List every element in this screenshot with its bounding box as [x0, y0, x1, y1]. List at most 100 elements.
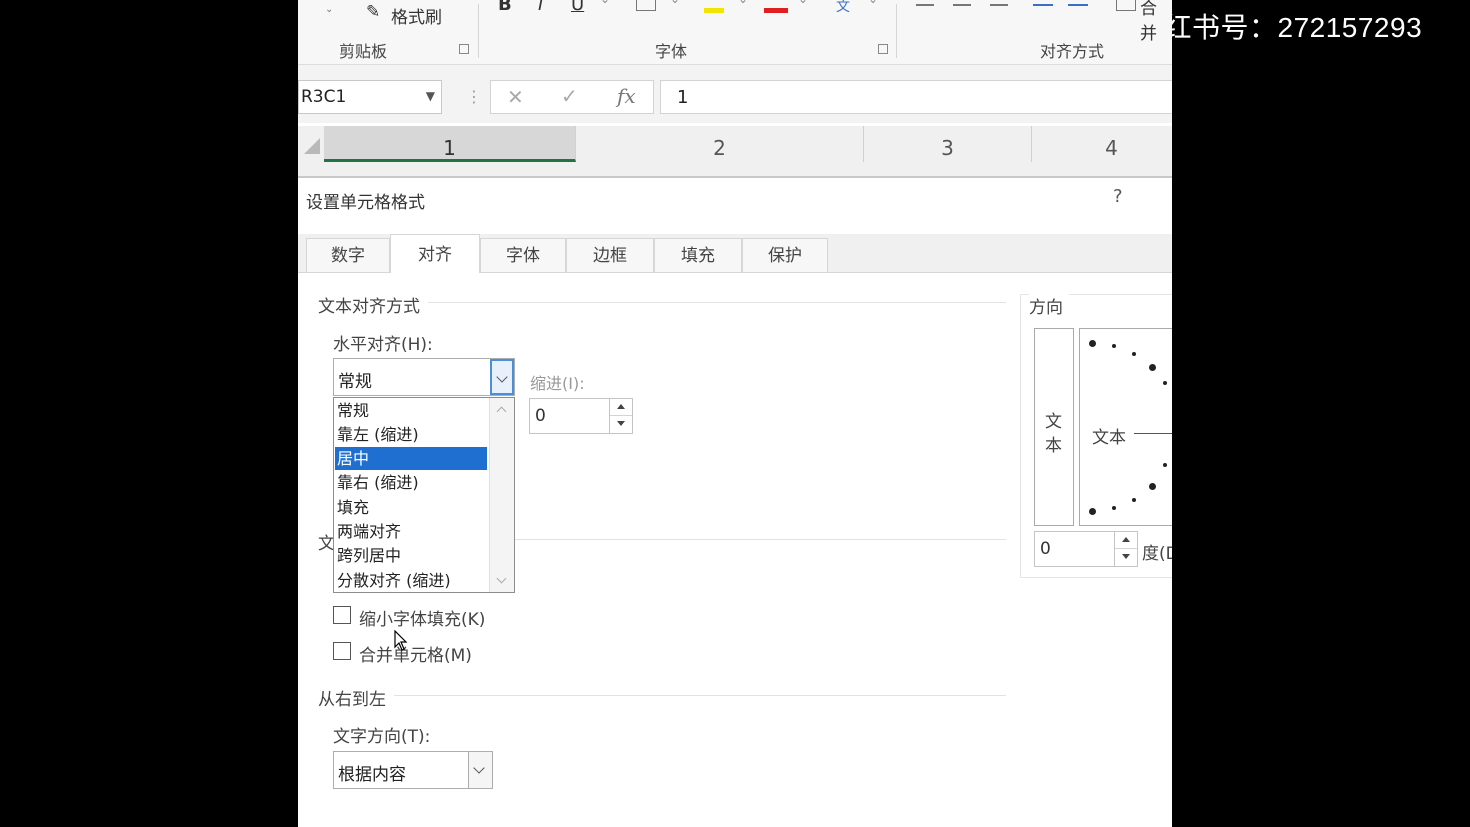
- degrees-label: 度(D): [1142, 544, 1172, 564]
- up-arrow-icon: [617, 404, 625, 409]
- shrink-to-fit-label[interactable]: 缩小字体填充(K): [359, 605, 485, 630]
- align-right-icon[interactable]: [990, 4, 1008, 6]
- vertical-text-char: 文: [1045, 412, 1062, 432]
- formula-value: 1: [677, 87, 689, 108]
- format-painter-button[interactable]: 格式刷: [391, 3, 442, 28]
- orientation-heading: 方向: [1029, 293, 1069, 318]
- ribbon: ✎ 格式刷 ⌄ 剪贴板 B I U ⌄ ⌄ ⌄ ⌄ 文 ⌄ 字体 合并 对齐方式: [298, 0, 1172, 65]
- name-box[interactable]: R3C1 ▼: [298, 80, 442, 114]
- dial-marker: [1112, 344, 1116, 348]
- text-direction-select[interactable]: 根据内容: [333, 751, 493, 789]
- bold-button[interactable]: B: [498, 0, 512, 15]
- dialog-title: 设置单元格格式: [306, 193, 425, 213]
- ribbon-separator: [478, 4, 479, 58]
- align-center-icon[interactable]: [953, 4, 971, 6]
- dropdown-option[interactable]: 靠右 (缩进): [335, 471, 487, 494]
- chevron-down-icon[interactable]: ▼: [426, 89, 435, 103]
- text-direction-dropdown-button[interactable]: [468, 752, 492, 788]
- clipboard-group-label: 剪贴板: [339, 42, 388, 61]
- enter-icon[interactable]: ✓: [561, 84, 578, 108]
- border-dropdown-icon[interactable]: ⌄: [670, 0, 680, 6]
- spin-down-button[interactable]: [610, 416, 632, 433]
- phonetic-icon[interactable]: 文: [836, 0, 850, 16]
- dropdown-option[interactable]: 两端对齐: [335, 520, 487, 543]
- dial-marker: [1163, 381, 1167, 385]
- scroll-down-icon[interactable]: [496, 573, 507, 584]
- insert-function-icon[interactable]: fx: [617, 84, 636, 108]
- horizontal-dropdown-button[interactable]: [490, 359, 514, 395]
- column-header-3[interactable]: 3: [864, 126, 1032, 162]
- horizontal-alignment-value: 常规: [338, 372, 372, 392]
- scroll-up-icon[interactable]: [496, 406, 507, 417]
- merge-cells-checkbox[interactable]: [333, 642, 351, 660]
- font-launcher-icon[interactable]: [878, 44, 888, 54]
- dropdown-scrollbar[interactable]: [489, 398, 514, 592]
- spin-up-button[interactable]: [610, 399, 632, 416]
- text-direction-label: 文字方向(T):: [333, 727, 431, 747]
- spin-down-button[interactable]: [1115, 549, 1137, 566]
- font-color-dropdown-icon[interactable]: ⌄: [798, 0, 808, 6]
- cancel-icon[interactable]: ✕: [507, 85, 524, 109]
- shrink-to-fit-checkbox[interactable]: [333, 606, 351, 624]
- tab-number[interactable]: 数字: [306, 238, 390, 272]
- clipboard-launcher-icon[interactable]: [459, 44, 469, 54]
- italic-button[interactable]: I: [538, 0, 543, 15]
- font-color-button[interactable]: [764, 8, 788, 13]
- orientation-dial[interactable]: 文本: [1079, 328, 1172, 526]
- indent-stepper[interactable]: 0: [529, 398, 633, 434]
- degrees-value: 0: [1040, 539, 1051, 559]
- dropdown-option[interactable]: 常规: [335, 399, 487, 422]
- section-divider: [318, 695, 1006, 696]
- dropdown-option[interactable]: 分散对齐 (缩进): [335, 569, 487, 592]
- merge-center-icon[interactable]: [1116, 0, 1136, 11]
- fill-color-button[interactable]: [704, 8, 724, 13]
- indent-value: 0: [535, 406, 546, 426]
- excel-window: ✎ 格式刷 ⌄ 剪贴板 B I U ⌄ ⌄ ⌄ ⌄ 文 ⌄ 字体 合并 对齐方式…: [298, 0, 1172, 827]
- dropdown-option[interactable]: 跨列居中: [335, 544, 487, 567]
- select-all-icon[interactable]: [304, 138, 320, 154]
- dialog-tabs: 数字 对齐 字体 边框 填充 保护: [298, 234, 1172, 273]
- dial-marker: [1132, 498, 1136, 502]
- dropdown-option[interactable]: 靠左 (缩进): [335, 423, 487, 446]
- help-button[interactable]: ?: [1113, 186, 1123, 207]
- dial-marker: [1149, 364, 1156, 371]
- increase-indent-icon[interactable]: [1068, 4, 1088, 6]
- drag-handle-icon[interactable]: ⋮: [466, 87, 482, 106]
- degrees-spin-buttons: [1114, 532, 1137, 566]
- dial-marker: [1112, 506, 1116, 510]
- ribbon-separator: [896, 4, 897, 58]
- merge-cells-label[interactable]: 合并单元格(M): [359, 641, 472, 666]
- merge-center-button[interactable]: 合并: [1140, 0, 1172, 44]
- indent-spin-buttons: [609, 399, 632, 433]
- horizontal-alignment-select[interactable]: 常规: [333, 358, 515, 396]
- alignment-group-label: 对齐方式: [1040, 42, 1105, 61]
- dropdown-option-selected[interactable]: 居中: [335, 447, 487, 470]
- degrees-stepper[interactable]: 0: [1034, 531, 1138, 567]
- vertical-text-char: 本: [1045, 436, 1062, 456]
- tab-font[interactable]: 字体: [480, 238, 566, 272]
- vertical-text-button[interactable]: 文 本: [1034, 328, 1074, 526]
- tab-fill[interactable]: 填充: [654, 238, 742, 272]
- column-header-4[interactable]: 4: [1032, 126, 1172, 162]
- dial-marker: [1132, 352, 1136, 356]
- fill-color-dropdown-icon[interactable]: ⌄: [738, 0, 748, 6]
- paste-dropdown-icon[interactable]: ⌄: [325, 4, 333, 15]
- spin-up-button[interactable]: [1115, 532, 1137, 549]
- border-button[interactable]: [636, 0, 656, 11]
- decrease-indent-icon[interactable]: [1033, 4, 1053, 6]
- chevron-down-icon: [496, 371, 508, 383]
- tab-protection[interactable]: 保护: [742, 238, 828, 272]
- formula-input[interactable]: 1: [660, 80, 1172, 114]
- underline-button[interactable]: U: [571, 0, 584, 15]
- align-left-icon[interactable]: [916, 4, 934, 6]
- phonetic-dropdown-icon[interactable]: ⌄: [868, 0, 878, 6]
- font-group-label: 字体: [655, 42, 688, 61]
- format-painter-icon[interactable]: ✎: [366, 2, 380, 22]
- column-header-2[interactable]: 2: [576, 126, 864, 162]
- column-header-1[interactable]: 1: [324, 126, 576, 162]
- tab-border[interactable]: 边框: [566, 238, 654, 272]
- dial-marker: [1163, 463, 1167, 467]
- tab-alignment[interactable]: 对齐: [390, 234, 480, 273]
- underline-dropdown-icon[interactable]: ⌄: [600, 0, 610, 6]
- dropdown-option[interactable]: 填充: [335, 496, 487, 519]
